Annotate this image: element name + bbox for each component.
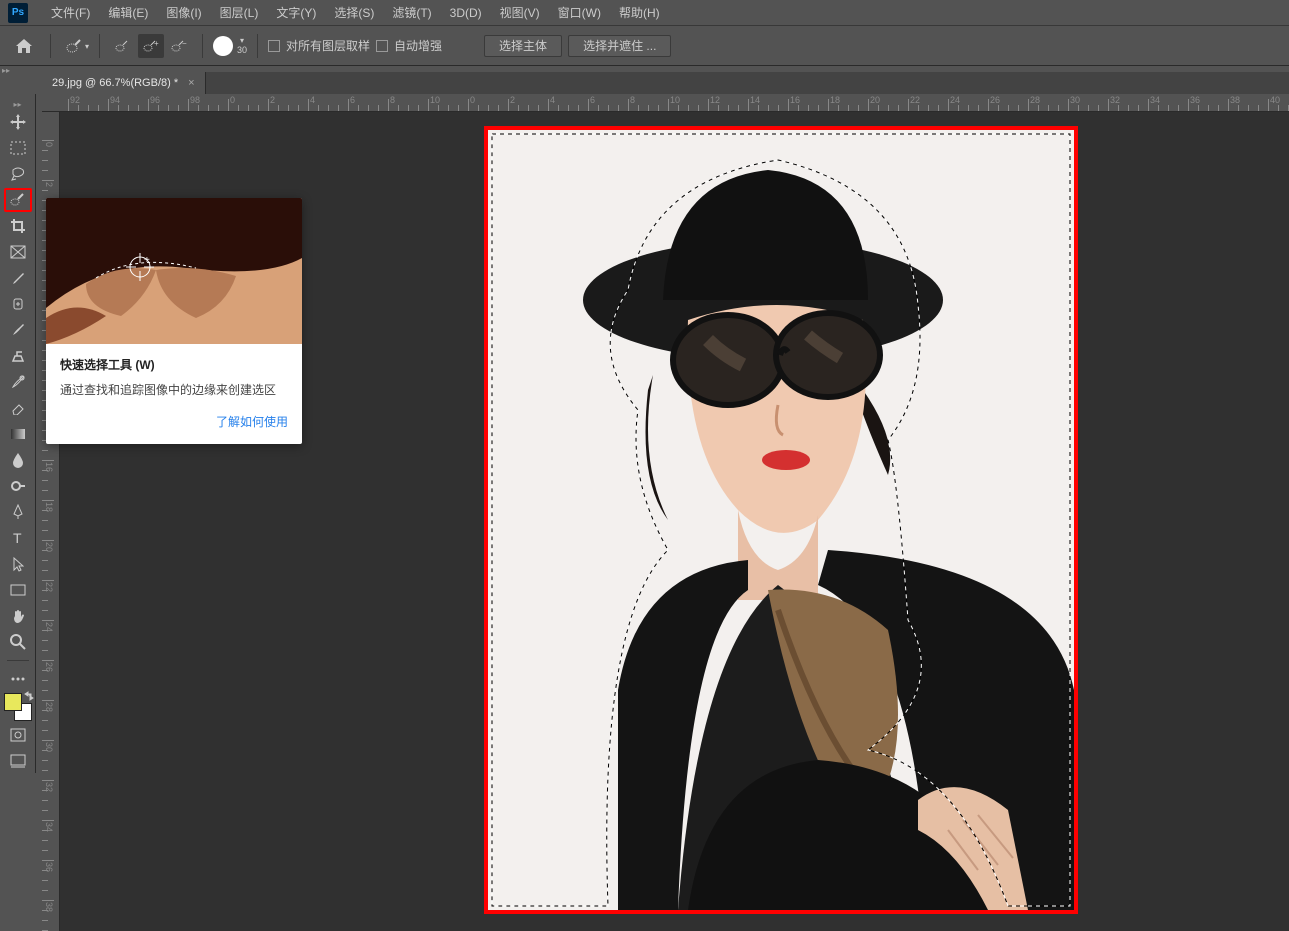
menu-edit[interactable]: 编辑(E) [99, 0, 157, 26]
move-tool[interactable] [4, 110, 32, 134]
history-brush-tool[interactable] [4, 370, 32, 394]
gradient-tool[interactable] [4, 422, 32, 446]
selection-mode-group: + − [110, 34, 192, 58]
brush-size-picker[interactable]: ▾ 30 [213, 36, 247, 56]
hand-tool[interactable] [4, 604, 32, 628]
canvas-highlight-border [484, 126, 1078, 914]
crop-tool[interactable] [4, 214, 32, 238]
document-tab[interactable]: 29.jpg @ 66.7%(RGB/8) * × [42, 72, 206, 94]
sample-all-layers-label: 对所有图层取样 [286, 37, 370, 54]
menu-3d[interactable]: 3D(D) [441, 0, 491, 26]
add-selection-button[interactable]: + [138, 34, 164, 58]
app-logo: Ps [8, 3, 28, 23]
brush-tool[interactable] [4, 318, 32, 342]
new-selection-button[interactable] [110, 34, 136, 58]
menu-view[interactable]: 视图(V) [491, 0, 549, 26]
toolbar-separator [7, 660, 29, 661]
type-tool[interactable]: T [4, 526, 32, 550]
blur-tool[interactable] [4, 448, 32, 472]
checkbox-icon [376, 40, 388, 52]
tool-preset-picker[interactable]: ▾ [61, 34, 89, 58]
crosshair-cursor-icon: + [126, 253, 154, 281]
auto-enhance-label: 自动增强 [394, 37, 442, 54]
options-separator [99, 34, 100, 58]
close-tab-icon[interactable]: × [188, 77, 194, 89]
document-tab-title: 29.jpg @ 66.7%(RGB/8) * [52, 77, 178, 89]
svg-text:−: − [182, 39, 187, 48]
ruler-horizontal[interactable]: 9294969802468100246810121416182022242628… [42, 94, 1289, 112]
rectangle-tool[interactable] [4, 578, 32, 602]
tools-panel: ▸▸ T [0, 94, 36, 773]
tool-tooltip-card: + 快速选择工具 (W) 通过查找和追踪图像中的边缘来创建选区 了解如何使用 [46, 198, 302, 444]
zoom-tool[interactable] [4, 630, 32, 654]
menu-bar: Ps 文件(F) 编辑(E) 图像(I) 图层(L) 文字(Y) 选择(S) 滤… [0, 0, 1289, 26]
options-separator [202, 34, 203, 58]
brush-size-label: 30 [237, 45, 247, 55]
foreground-color[interactable] [4, 693, 22, 711]
swap-colors-icon[interactable] [24, 691, 34, 701]
document-canvas[interactable] [488, 130, 1074, 910]
clone-stamp-tool[interactable] [4, 344, 32, 368]
menu-select[interactable]: 选择(S) [325, 0, 383, 26]
menu-layer[interactable]: 图层(L) [211, 0, 268, 26]
tooltip-preview-image: + [46, 198, 302, 344]
frame-tool[interactable] [4, 240, 32, 264]
home-button[interactable] [8, 32, 40, 60]
screen-mode-button[interactable] [4, 749, 32, 773]
subtract-selection-button[interactable]: − [166, 34, 192, 58]
toolbar-collapse-handle[interactable]: ▸▸ [0, 66, 12, 74]
svg-text:+: + [154, 39, 159, 48]
eraser-tool[interactable] [4, 396, 32, 420]
select-and-mask-button[interactable]: 选择并遮住 ... [568, 35, 671, 57]
options-separator [257, 34, 258, 58]
tooltip-learn-link[interactable]: 了解如何使用 [60, 413, 288, 430]
options-bar: ▾ + − ▾ 30 对所有图层取样 [0, 26, 1289, 66]
healing-brush-tool[interactable] [4, 292, 32, 316]
tooltip-title: 快速选择工具 (W) [60, 356, 288, 373]
marquee-tool[interactable] [4, 136, 32, 160]
menu-help[interactable]: 帮助(H) [610, 0, 669, 26]
brush-preview-icon [213, 36, 233, 56]
color-swatches[interactable] [4, 693, 32, 721]
svg-text:+: + [144, 255, 150, 266]
lasso-tool[interactable] [4, 162, 32, 186]
canvas-image [488, 130, 1074, 910]
tooltip-description: 通过查找和追踪图像中的边缘来创建选区 [60, 381, 288, 399]
auto-enhance-checkbox[interactable]: 自动增强 [376, 37, 442, 54]
options-separator [50, 34, 51, 58]
path-selection-tool[interactable] [4, 552, 32, 576]
menu-image[interactable]: 图像(I) [157, 0, 210, 26]
sample-all-layers-checkbox[interactable]: 对所有图层取样 [268, 37, 370, 54]
quick-mask-mode[interactable] [4, 723, 32, 747]
menu-file[interactable]: 文件(F) [42, 0, 99, 26]
select-subject-button[interactable]: 选择主体 [484, 35, 562, 57]
menu-window[interactable]: 窗口(W) [549, 0, 610, 26]
checkbox-icon [268, 40, 280, 52]
edit-toolbar-button[interactable] [4, 667, 32, 691]
menu-filter[interactable]: 滤镜(T) [383, 0, 440, 26]
toolbar-grip[interactable]: ▸▸ [4, 100, 32, 108]
svg-text:T: T [13, 531, 22, 545]
document-tab-bar: 29.jpg @ 66.7%(RGB/8) * × [42, 72, 1289, 94]
menu-type[interactable]: 文字(Y) [267, 0, 325, 26]
dodge-tool[interactable] [4, 474, 32, 498]
quick-selection-tool[interactable] [4, 188, 32, 212]
eyedropper-tool[interactable] [4, 266, 32, 290]
pen-tool[interactable] [4, 500, 32, 524]
